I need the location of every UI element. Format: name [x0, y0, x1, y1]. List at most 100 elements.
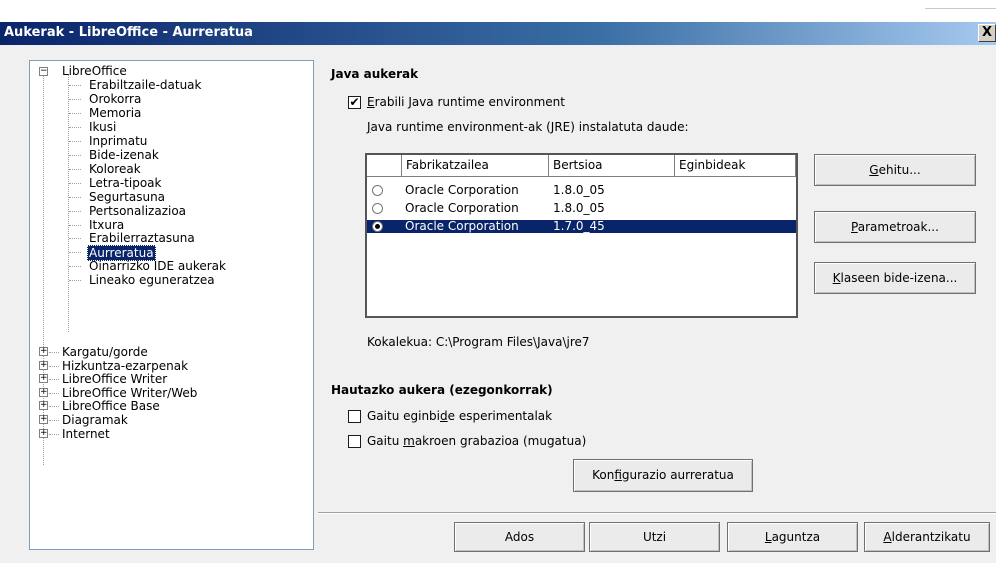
top-divider [925, 8, 996, 9]
macro-mnemonic: m [403, 434, 415, 448]
help-button[interactable]: Laguntza [727, 522, 858, 552]
tree-line [49, 352, 59, 353]
classpath-text: laseen bide-izena... [840, 271, 958, 285]
tree-item-group[interactable]: Hizkuntza-ezarpenak [62, 359, 188, 373]
column-header-vendor[interactable]: Fabrikatzailea [402, 155, 549, 177]
tree-item-child[interactable]: Erabilerraztasuna [89, 231, 195, 245]
expert-mnemonic: f [614, 468, 622, 482]
reset-button[interactable]: Alderantzikatu [864, 522, 990, 552]
tree-line [69, 112, 81, 114]
tree-item-child[interactable]: Erabiltzaile-datuak [89, 78, 201, 92]
screen-top-strip [0, 0, 996, 22]
reset-mnemonic: A [883, 530, 892, 544]
experimental-text-pre: Gaitu eginbi [367, 409, 441, 423]
jre-radio[interactable] [372, 221, 383, 232]
jre-radio[interactable] [372, 185, 383, 196]
tree-item-group[interactable]: Internet [62, 427, 110, 441]
classpath-mnemonic: K [832, 271, 841, 285]
expand-icon[interactable]: + [39, 347, 48, 356]
table-row[interactable]: Oracle Corporation 1.8.0_05 [367, 184, 796, 197]
jre-table[interactable]: Fabrikatzailea Bertsioa Eginbideak Oracl… [365, 153, 798, 318]
expert-text-post: igurazio aurreratua [621, 468, 734, 482]
tree-line [69, 266, 81, 268]
add-text: ehitu... [878, 163, 921, 177]
ok-button[interactable]: Ados [454, 522, 585, 552]
tree-item-child[interactable]: Bide-izenak [89, 148, 159, 162]
tree-line [69, 98, 81, 100]
tree-item-child[interactable]: Koloreak [89, 162, 141, 176]
tree-item-child[interactable]: Ikusi [89, 120, 116, 134]
parameters-button[interactable]: Parametroak... [814, 211, 976, 243]
optional-features-heading: Hautazko aukera (ezegonkorrak) [331, 383, 553, 397]
table-row[interactable]: Oracle Corporation 1.7.0_45 [367, 220, 796, 233]
macro-recording-label[interactable]: Gaitu makroen grabazioa (mugatua) [367, 434, 586, 448]
reset-text: lderantzikatu [891, 530, 971, 544]
tree-line [49, 420, 59, 421]
tree-item-child[interactable]: Orokorra [89, 92, 141, 106]
tree-line [69, 224, 81, 226]
close-button[interactable]: X [978, 24, 996, 42]
tree-item-group[interactable]: LibreOffice Writer/Web [62, 386, 197, 400]
expand-icon[interactable]: + [39, 387, 48, 397]
expand-icon[interactable]: + [39, 360, 48, 370]
tree-item-child[interactable]: Segurtasuna [89, 190, 165, 204]
version-cell: 1.7.0_45 [553, 219, 605, 233]
tree-line [49, 433, 59, 435]
tree-line [69, 196, 81, 198]
tree-item-group[interactable]: Kargatu/gorde [62, 345, 148, 359]
tree-line [69, 168, 81, 170]
add-jre-button[interactable]: Gehitu... [814, 154, 976, 186]
macro-recording-checkbox[interactable] [348, 435, 361, 448]
tree-line [69, 210, 81, 212]
use-jre-checkbox[interactable]: ✔ [348, 96, 361, 109]
experimental-label[interactable]: Gaitu eginbide esperimentalak [367, 409, 552, 423]
expand-icon[interactable]: + [39, 401, 48, 411]
params-mnemonic: P [851, 220, 858, 234]
expert-configuration-button[interactable]: Konfigurazio aurreratua [573, 459, 753, 492]
expand-icon[interactable]: + [39, 374, 48, 384]
tree-item-child[interactable]: Pertsonalizazioa [89, 204, 186, 218]
tree-item-child[interactable]: Lineako eguneratzea [89, 273, 215, 287]
use-jre-text: rabili Java runtime environment [374, 95, 565, 109]
use-jre-label[interactable]: Erabili Java runtime environment [367, 95, 565, 109]
table-row[interactable]: Oracle Corporation 1.8.0_05 [367, 202, 796, 215]
options-tree[interactable]: − LibreOffice Erabiltzaile-datuak Orokorr… [29, 60, 314, 550]
checkmark-icon: ✔ [349, 95, 360, 109]
tree-line [69, 126, 81, 128]
jre-radio[interactable] [372, 203, 383, 214]
version-cell: 1.8.0_05 [553, 201, 605, 215]
column-header-select [367, 155, 402, 177]
macro-text-post: akroen grabazioa (mugatua) [414, 434, 587, 448]
experimental-checkbox[interactable] [348, 410, 361, 423]
vendor-cell: Oracle Corporation [405, 219, 519, 233]
tree-item-child[interactable]: Itxura [89, 218, 124, 232]
experimental-mnemonic: d [440, 409, 448, 423]
tree-item-group[interactable]: LibreOffice Writer [62, 372, 167, 386]
column-header-features[interactable]: Eginbideak [675, 155, 796, 177]
tree-item-child[interactable]: Memoria [89, 106, 141, 120]
vendor-cell: Oracle Corporation [405, 183, 519, 197]
vendor-cell: Oracle Corporation [405, 201, 519, 215]
cancel-button[interactable]: Utzi [589, 522, 720, 552]
tree-item-child[interactable]: Letra-tipoak [89, 176, 161, 190]
help-text: aguntza [771, 530, 821, 544]
jre-location: Kokalekua: C:\Program Files\Java\jre7 [367, 335, 590, 349]
tree-line [69, 238, 81, 240]
tree-line [69, 85, 81, 86]
tree-line [69, 154, 81, 156]
installed-jre-label: Java runtime environment-ak (JRE) instal… [367, 120, 689, 134]
expand-icon[interactable]: + [39, 415, 48, 424]
expand-icon[interactable]: + [39, 428, 48, 438]
java-options-heading: Java aukerak [331, 67, 419, 81]
tree-item-child[interactable]: Inprimatu [89, 134, 147, 148]
tree-item-libreoffice[interactable]: LibreOffice [62, 64, 127, 78]
column-header-version[interactable]: Bertsioa [549, 155, 675, 177]
title-bar[interactable]: Aukerak - LibreOffice - Aurreratua X [0, 22, 996, 45]
collapse-icon[interactable]: − [39, 67, 48, 76]
class-path-button[interactable]: Klaseen bide-izena... [814, 262, 976, 294]
tree-line [49, 406, 59, 408]
tree-item-group[interactable]: Diagramak [62, 413, 128, 427]
tree-item-group[interactable]: LibreOffice Base [62, 399, 160, 413]
tree-item-child[interactable]: Oinarrizko IDE aukerak [89, 259, 226, 273]
tree-line [69, 252, 81, 254]
